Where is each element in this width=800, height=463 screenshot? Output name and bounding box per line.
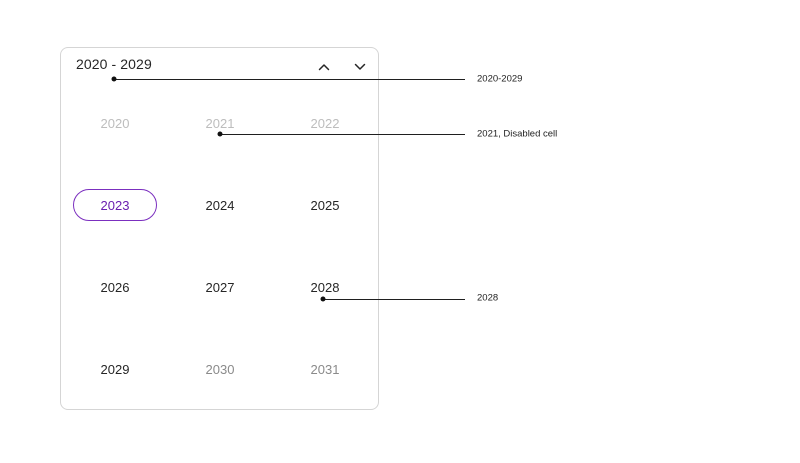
chevron-up-icon: [318, 64, 330, 71]
year-cell-2024[interactable]: 2024: [178, 189, 262, 221]
chevron-down-icon: [354, 63, 366, 70]
annotation-line-range: [114, 79, 465, 80]
annotation-label-disabled-cell: 2021, Disabled cell: [477, 128, 558, 140]
year-cell-2027[interactable]: 2027: [178, 271, 262, 303]
year-cell-2031[interactable]: 2031: [283, 353, 367, 385]
previous-range-button[interactable]: [314, 57, 334, 77]
year-cell-2025[interactable]: 2025: [283, 189, 367, 221]
year-cell-2020: 2020: [100, 115, 130, 131]
annotation-line-disabled-cell: [220, 134, 465, 135]
next-range-button[interactable]: [350, 57, 370, 77]
annotation-label-2028: 2028: [477, 292, 499, 304]
year-picker: 2020 - 2029 2020 2021 2022 2023 2024 202…: [60, 47, 379, 410]
annotation-line-2028: [323, 299, 465, 300]
annotation-dot-2028: [320, 296, 326, 302]
annotation-dot-range: [111, 76, 117, 82]
year-cell-2026[interactable]: 2026: [73, 271, 157, 303]
year-cell-2023[interactable]: 2023: [73, 189, 157, 221]
year-cell-2029[interactable]: 2029: [73, 353, 157, 385]
annotation-label-range: 2020-2029: [477, 73, 523, 85]
annotation-dot-disabled-cell: [217, 131, 223, 137]
year-cell-2030[interactable]: 2030: [178, 353, 262, 385]
range-title: 2020 - 2029: [76, 56, 152, 72]
